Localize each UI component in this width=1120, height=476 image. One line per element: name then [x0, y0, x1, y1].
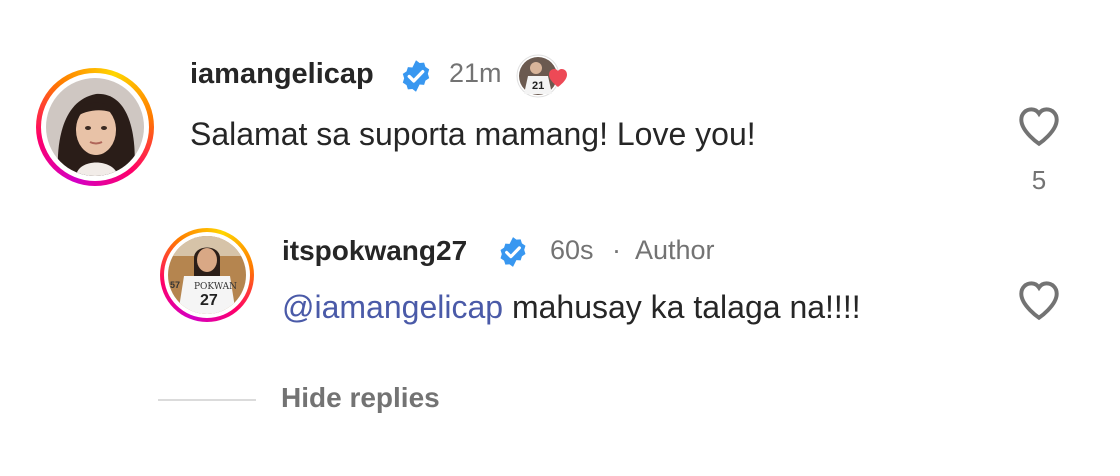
avatar[interactable]: [46, 78, 144, 176]
avatar-jersey-side-number: 57: [170, 280, 181, 290]
heart-outline-icon[interactable]: [1014, 102, 1064, 148]
reply-timestamp: 60s: [550, 235, 594, 265]
comment-timestamp: 21m: [449, 58, 502, 88]
avatar-jersey-text: POKWAN: [194, 282, 238, 292]
author-label: Author: [635, 235, 715, 265]
comment-username[interactable]: iamangelicap: [190, 58, 374, 91]
meta-separator: ·: [612, 235, 621, 265]
reply-text-container: @iamangelicap mahusay ka talaga na!!!!: [282, 289, 861, 326]
hide-replies-button[interactable]: Hide replies: [281, 382, 440, 414]
avatar-jersey-number: 27: [200, 292, 218, 309]
reply-username[interactable]: itspokwang27: [282, 235, 467, 267]
creator-liked-reaction: 21: [516, 54, 576, 100]
verified-badge-icon: [500, 237, 526, 267]
reply-text: mahusay ka talaga na!!!!: [503, 289, 861, 325]
replies-divider: [158, 399, 256, 401]
comment-text: Salamat sa suporta mamang! Love you!: [190, 116, 756, 152]
mention-link[interactable]: @iamangelicap: [282, 289, 503, 325]
avatar-photo: [46, 78, 144, 176]
avatar[interactable]: POKWAN 27 57: [168, 236, 246, 314]
heart-filled-icon: [549, 69, 567, 87]
like-count: 5: [1031, 165, 1047, 195]
heart-outline-icon[interactable]: [1014, 276, 1064, 322]
verified-badge-icon: [402, 60, 430, 92]
creator-avatar-jersey-number: 21: [532, 80, 545, 92]
